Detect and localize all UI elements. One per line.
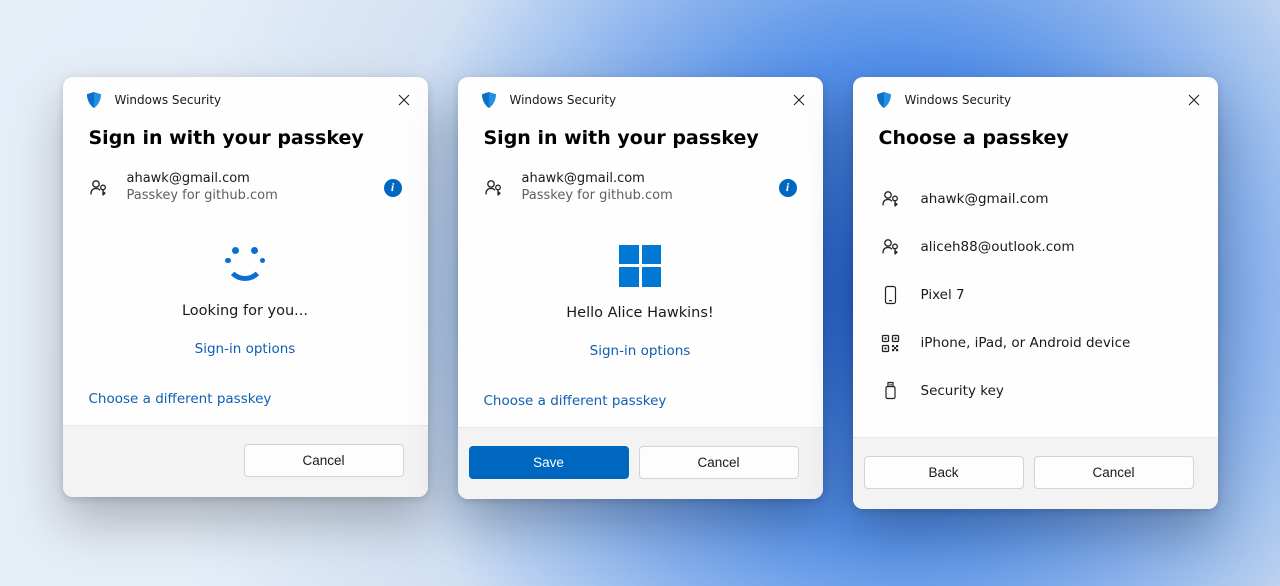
- shield-icon: [480, 91, 498, 109]
- info-icon[interactable]: i: [779, 179, 797, 197]
- dialog-heading: Sign in with your passkey: [89, 127, 402, 149]
- window-title: Windows Security: [510, 93, 791, 107]
- dialog-choose-passkey: Windows Security Choose a passkey ahawk@…: [853, 77, 1218, 509]
- passkey-icon: [879, 189, 903, 209]
- titlebar: Windows Security: [458, 77, 823, 119]
- info-icon[interactable]: i: [384, 179, 402, 197]
- passkey-identity-row: ahawk@gmail.com Passkey for github.com i: [484, 171, 797, 205]
- dialog-signin-looking: Windows Security Sign in with your passk…: [63, 77, 428, 497]
- windows-logo-icon: [619, 245, 661, 287]
- close-button[interactable]: [791, 92, 807, 108]
- choose-different-passkey-link[interactable]: Choose a different passkey: [89, 391, 272, 407]
- passkey-subtext: Passkey for github.com: [127, 188, 384, 205]
- greeting-text: Hello Alice Hawkins!: [484, 305, 797, 321]
- passkey-icon: [89, 178, 113, 198]
- dialog-heading: Sign in with your passkey: [484, 127, 797, 149]
- back-button[interactable]: Back: [864, 456, 1024, 489]
- dialog-heading: Choose a passkey: [879, 127, 1192, 149]
- cancel-button[interactable]: Cancel: [639, 446, 799, 479]
- window-title: Windows Security: [115, 93, 396, 107]
- option-label: iPhone, iPad, or Android device: [921, 335, 1131, 351]
- option-label: Pixel 7: [921, 287, 965, 303]
- passkey-subtext: Passkey for github.com: [522, 188, 779, 205]
- window-title: Windows Security: [905, 93, 1186, 107]
- save-button[interactable]: Save: [469, 446, 629, 479]
- close-button[interactable]: [1186, 92, 1202, 108]
- signin-options-link[interactable]: Sign-in options: [590, 343, 691, 359]
- passkey-option-account[interactable]: ahawk@gmail.com: [879, 175, 1192, 223]
- signin-options-link[interactable]: Sign-in options: [195, 341, 296, 357]
- usb-key-icon: [879, 381, 903, 401]
- dialog-signin-success: Windows Security Sign in with your passk…: [458, 77, 823, 499]
- status-text: Looking for you...: [89, 303, 402, 319]
- option-label: aliceh88@outlook.com: [921, 239, 1075, 255]
- option-label: ahawk@gmail.com: [921, 191, 1049, 207]
- phone-icon: [879, 285, 903, 305]
- passkey-email: ahawk@gmail.com: [522, 171, 779, 188]
- passkey-icon: [484, 178, 508, 198]
- cancel-button[interactable]: Cancel: [1034, 456, 1194, 489]
- passkey-option-security-key[interactable]: Security key: [879, 367, 1192, 415]
- choose-different-passkey-link[interactable]: Choose a different passkey: [484, 393, 667, 409]
- windows-hello-face-icon: [222, 245, 268, 285]
- titlebar: Windows Security: [63, 77, 428, 119]
- cancel-button[interactable]: Cancel: [244, 444, 404, 477]
- close-button[interactable]: [396, 92, 412, 108]
- passkey-identity-row: ahawk@gmail.com Passkey for github.com i: [89, 171, 402, 205]
- passkey-option-qr[interactable]: iPhone, iPad, or Android device: [879, 319, 1192, 367]
- passkey-email: ahawk@gmail.com: [127, 171, 384, 188]
- shield-icon: [875, 91, 893, 109]
- titlebar: Windows Security: [853, 77, 1218, 119]
- passkey-option-phone[interactable]: Pixel 7: [879, 271, 1192, 319]
- passkey-icon: [879, 237, 903, 257]
- qr-icon: [879, 334, 903, 353]
- passkey-option-account[interactable]: aliceh88@outlook.com: [879, 223, 1192, 271]
- option-label: Security key: [921, 383, 1004, 399]
- shield-icon: [85, 91, 103, 109]
